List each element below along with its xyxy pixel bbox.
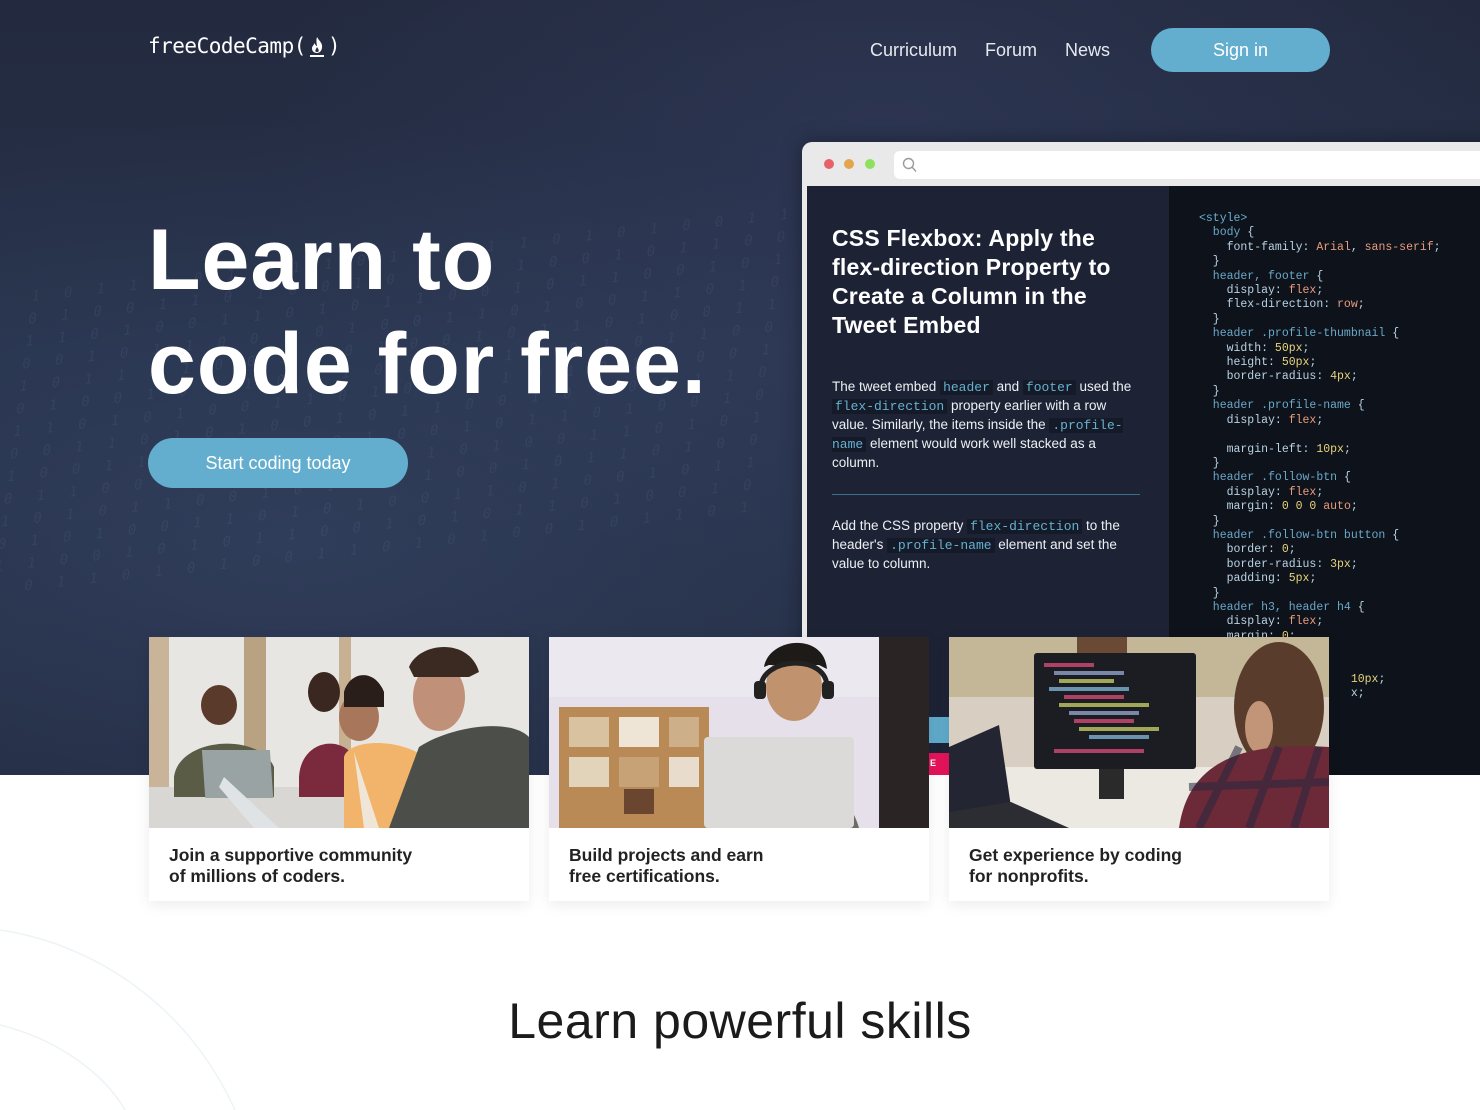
inline-code: header xyxy=(940,380,993,395)
code-line: } xyxy=(1199,255,1220,269)
code-line: } xyxy=(1199,312,1220,326)
card-caption-line-1: Build projects and earn xyxy=(569,845,764,865)
logo-text: freeCodeCamp( xyxy=(148,34,306,58)
lesson-title: CSS Flexbox: Apply the flex-direction Pr… xyxy=(832,225,1111,338)
search-icon xyxy=(902,157,918,173)
student-with-headphones-laptop-photo xyxy=(549,637,929,828)
code-line: margin-left: 10px; xyxy=(1199,442,1351,456)
lesson-instructions: Add the CSS property flex-direction to t… xyxy=(832,518,1120,571)
code-line: flex-direction: row; xyxy=(1199,298,1365,312)
flame-icon xyxy=(307,34,327,58)
hero-headline-line-1: Learn to xyxy=(148,212,496,308)
decorative-ribbon-blue xyxy=(929,717,949,743)
start-coding-button[interactable]: Start coding today xyxy=(148,438,408,488)
code-line: display: flex; xyxy=(1199,615,1324,629)
freecodecamp-logo[interactable]: freeCodeCamp( ) xyxy=(148,34,341,58)
code-line: } xyxy=(1199,586,1220,600)
code-line: } xyxy=(1199,514,1220,528)
code-line: header .follow-btn { xyxy=(1199,471,1351,485)
feature-card-projects: Build projects and earn free certificati… xyxy=(549,637,929,901)
lesson-divider xyxy=(832,494,1140,495)
close-dot-icon xyxy=(824,159,834,169)
card-caption-line-2: for nonprofits. xyxy=(969,866,1089,886)
inline-code: .profile-name xyxy=(832,418,1123,452)
code-line: margin: 0 0 0 auto; xyxy=(1199,500,1358,514)
code-line: border: 0; xyxy=(1199,543,1296,557)
code-line: <style> xyxy=(1199,212,1248,225)
feature-card-nonprofits: Get experience by coding for nonprofits. xyxy=(949,637,1329,901)
hero-headline-line-2: code for free. xyxy=(148,316,707,412)
minimize-dot-icon xyxy=(844,159,854,169)
code-line: header, footer { xyxy=(1199,269,1324,283)
ribbon-letter: E xyxy=(930,758,937,768)
students-collaborating-photo xyxy=(149,637,529,828)
nav-link-curriculum[interactable]: Curriculum xyxy=(870,28,957,72)
inline-code: flex-direction xyxy=(832,399,948,414)
hero-headline: Learn to code for free. xyxy=(148,208,707,416)
code-line: font-family: Arial, sans-serif; xyxy=(1199,240,1441,254)
browser-toolbar xyxy=(802,142,1480,186)
inline-code: flex-direction xyxy=(967,519,1083,534)
logo-text-close: ) xyxy=(327,34,341,58)
url-bar xyxy=(894,151,1480,179)
code-line: height: 50px; xyxy=(1199,356,1317,370)
code-line: } xyxy=(1199,384,1220,398)
nav-link-forum[interactable]: Forum xyxy=(985,28,1037,72)
developer-at-monitor-photo xyxy=(949,637,1329,828)
code-line: border-radius: 4px; xyxy=(1199,370,1358,384)
feature-card-community: Join a supportive community of millions … xyxy=(149,637,529,901)
skills-section-title: Learn powerful skills xyxy=(508,993,972,1049)
card-caption-line-2: free certifications. xyxy=(569,866,720,886)
code-line: header .profile-name { xyxy=(1199,399,1365,413)
maximize-dot-icon xyxy=(865,159,875,169)
code-line: body { xyxy=(1199,226,1255,240)
card-caption: Build projects and earn free certificati… xyxy=(569,845,763,887)
code-line: header .follow-btn button { xyxy=(1199,528,1400,542)
inline-code: footer xyxy=(1022,380,1076,395)
sign-in-button[interactable]: Sign in xyxy=(1151,28,1330,72)
card-caption-line-2: of millions of coders. xyxy=(169,866,345,886)
code-line: } xyxy=(1199,456,1220,470)
card-caption-line-1: Get experience by coding xyxy=(969,845,1182,865)
code-line: display: flex; xyxy=(1199,413,1324,427)
card-caption: Get experience by coding for nonprofits. xyxy=(969,845,1182,887)
code-line: header .profile-thumbnail { xyxy=(1199,327,1400,341)
code-line: border-radius: 3px; xyxy=(1199,557,1358,571)
code-line: width: 50px; xyxy=(1199,341,1310,355)
card-caption-line-1: Join a supportive community xyxy=(169,845,413,865)
lesson-description: The tweet embed header and footer used t… xyxy=(832,379,1132,470)
code-line: display: flex; xyxy=(1199,485,1324,499)
decorative-ribbon-pink: E xyxy=(929,753,949,775)
code-line: header h3, header h4 { xyxy=(1199,600,1365,614)
code-line: display: flex; xyxy=(1199,284,1324,298)
nav-link-news[interactable]: News xyxy=(1065,28,1110,72)
code-line: padding: 5px; xyxy=(1199,572,1317,586)
card-caption: Join a supportive community of millions … xyxy=(169,845,412,887)
inline-code: .profile-name xyxy=(887,538,995,553)
main-nav: Curriculum Forum News xyxy=(870,28,1138,72)
